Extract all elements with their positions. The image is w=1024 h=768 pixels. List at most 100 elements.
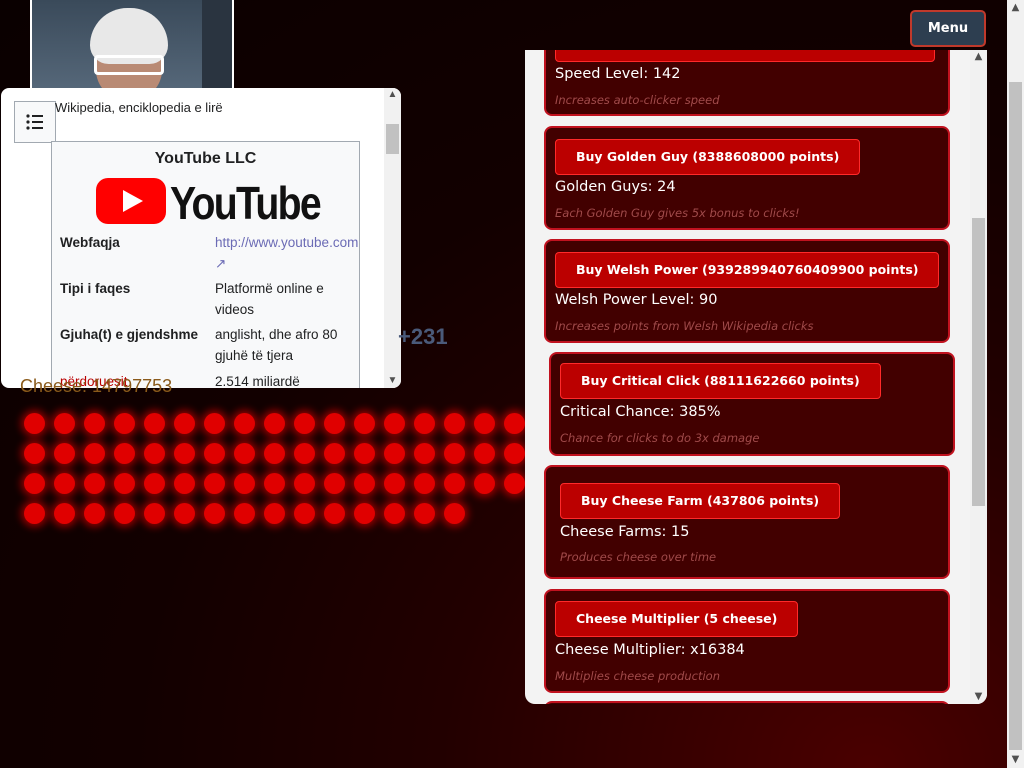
- particle-dot: [264, 473, 285, 494]
- particle-dot: [54, 503, 75, 524]
- scroll-up-icon[interactable]: ▲: [384, 88, 401, 102]
- particle-dot: [84, 473, 105, 494]
- page-scrollbar-thumb[interactable]: [1009, 82, 1022, 750]
- menu-button[interactable]: Menu: [910, 10, 986, 47]
- particle-dot: [54, 413, 75, 434]
- particle-dot: [84, 443, 105, 464]
- table-of-contents-button[interactable]: [14, 101, 56, 143]
- particle-dot: [384, 413, 405, 434]
- buy-cheese-multiplier-button[interactable]: Cheese Multiplier (5 cheese): [555, 601, 799, 637]
- particle-dot: [324, 413, 345, 434]
- scroll-down-icon[interactable]: ▼: [1007, 752, 1024, 768]
- particle-dot: [144, 413, 165, 434]
- particle-dot: [414, 413, 435, 434]
- particle-dot: [414, 443, 435, 464]
- youtube-logo: YouTube: [96, 177, 321, 226]
- particle-dot: [474, 443, 495, 464]
- particle-dot: [504, 413, 525, 434]
- external-link-icon: ↗: [215, 256, 227, 271]
- particle-dot: [24, 473, 45, 494]
- scroll-up-icon[interactable]: ▲: [1007, 0, 1024, 16]
- particle-dot: [294, 473, 315, 494]
- upgrade-shop-panel: Speed Level: 142 Increases auto-clicker …: [525, 50, 987, 704]
- scroll-down-icon[interactable]: ▼: [970, 690, 987, 704]
- infobox-value: 2.514 miliardë: [215, 374, 300, 388]
- upgrade-description: Increases points from Welsh Wikipedia cl…: [555, 319, 814, 333]
- shop-scrollbar[interactable]: ▲ ▼: [970, 50, 987, 704]
- particle-dot: [264, 503, 285, 524]
- upgrade-stat: Speed Level: 142: [555, 66, 681, 82]
- upgrade-card-welsh-power: Buy Welsh Power (939289940760409900 poin…: [544, 239, 950, 343]
- particle-dot: [114, 503, 135, 524]
- buy-cheese-farm-button[interactable]: Buy Cheese Farm (437806 points): [560, 483, 841, 519]
- particle-dot: [174, 413, 195, 434]
- infobox: YouTube LLC YouTube Webfaqja http://www.…: [51, 141, 360, 388]
- particle-dot: [24, 503, 45, 524]
- infobox-title: YouTube LLC: [154, 150, 257, 167]
- upgrade-card-critical-click: Buy Critical Click (88111622660 points) …: [549, 352, 955, 456]
- particle-dot: [144, 503, 165, 524]
- particle-dot: [204, 413, 225, 434]
- website-link[interactable]: http://www.youtube.com ↗: [215, 232, 358, 274]
- infobox-key: Gjuha(t) e gjendshme: [60, 327, 199, 342]
- upgrade-card-cheese-farm: Buy Cheese Farm (437806 points) Cheese F…: [544, 465, 950, 579]
- particle-dot: [234, 503, 255, 524]
- wiki-subtitle: Wikipedia, enciklopedia e lirë: [55, 100, 223, 115]
- avatar-background: [202, 0, 232, 92]
- particle-dot: [234, 473, 255, 494]
- upgrade-description: Produces cheese over time: [560, 550, 717, 564]
- particle-dot: [444, 503, 465, 524]
- particle-dot: [204, 443, 225, 464]
- avatar-glasses: [94, 55, 164, 75]
- particle-dot: [54, 473, 75, 494]
- shop-scrollbar-thumb[interactable]: [972, 218, 985, 506]
- particle-dot: [204, 473, 225, 494]
- svg-text:YouTube: YouTube: [170, 177, 321, 226]
- particle-dot: [294, 413, 315, 434]
- buy-welsh-power-button[interactable]: Buy Welsh Power (939289940760409900 poin…: [555, 252, 940, 288]
- particle-dot: [414, 473, 435, 494]
- page-scrollbar[interactable]: ▲ ▼: [1007, 0, 1024, 768]
- buy-critical-click-button[interactable]: Buy Critical Click (88111622660 points): [560, 363, 881, 399]
- upgrade-stat: Golden Guys: 24: [555, 179, 676, 195]
- particle-dot: [444, 473, 465, 494]
- wiki-scrollbar-thumb[interactable]: [386, 124, 399, 154]
- wikipedia-panel: Wikipedia, enciklopedia e lirë YouTube L…: [1, 88, 401, 388]
- scroll-down-icon[interactable]: ▼: [384, 374, 401, 388]
- particle-dot: [24, 443, 45, 464]
- infobox-value: anglisht, dhe afro 80 gjuhë të tjera: [215, 327, 338, 363]
- upgrade-card-cheese-multiplier: Cheese Multiplier (5 cheese) Cheese Mult…: [544, 589, 950, 693]
- cheese-counter: Cheese: 14797753: [20, 376, 173, 396]
- upgrade-card-golden-guy: Buy Golden Guy (8388608000 points) Golde…: [544, 126, 950, 230]
- buy-speed-button[interactable]: [555, 50, 935, 62]
- particle-dot: [354, 413, 375, 434]
- particle-dot: [324, 443, 345, 464]
- upgrade-description: Increases auto-clicker speed: [555, 93, 720, 107]
- particle-dot: [444, 413, 465, 434]
- list-icon: [26, 114, 43, 130]
- particle-dot: [324, 503, 345, 524]
- particle-dot: [354, 443, 375, 464]
- particle-dot: [54, 443, 75, 464]
- particle-dot: [384, 473, 405, 494]
- upgrade-stat: Cheese Farms: 15: [560, 524, 690, 540]
- particle-dot: [354, 503, 375, 524]
- particle-dot: [384, 443, 405, 464]
- particle-dot: [474, 413, 495, 434]
- particle-dot: [144, 443, 165, 464]
- buy-golden-guy-button[interactable]: Buy Golden Guy (8388608000 points): [555, 139, 861, 175]
- particle-dot: [504, 473, 525, 494]
- particle-dot: [294, 443, 315, 464]
- particle-dot: [114, 473, 135, 494]
- particle-dot: [294, 503, 315, 524]
- upgrade-stat: Critical Chance: 385%: [560, 404, 721, 420]
- particle-dot: [84, 413, 105, 434]
- scroll-up-icon[interactable]: ▲: [970, 50, 987, 64]
- infobox-value: Platformë online e videos: [215, 281, 324, 317]
- upgrade-stat: Welsh Power Level: 90: [555, 292, 718, 308]
- upgrade-card-speed: Speed Level: 142 Increases auto-clicker …: [544, 50, 950, 116]
- particle-dot: [324, 473, 345, 494]
- particle-dot: [174, 443, 195, 464]
- particle-dot: [444, 443, 465, 464]
- particle-dot: [504, 443, 525, 464]
